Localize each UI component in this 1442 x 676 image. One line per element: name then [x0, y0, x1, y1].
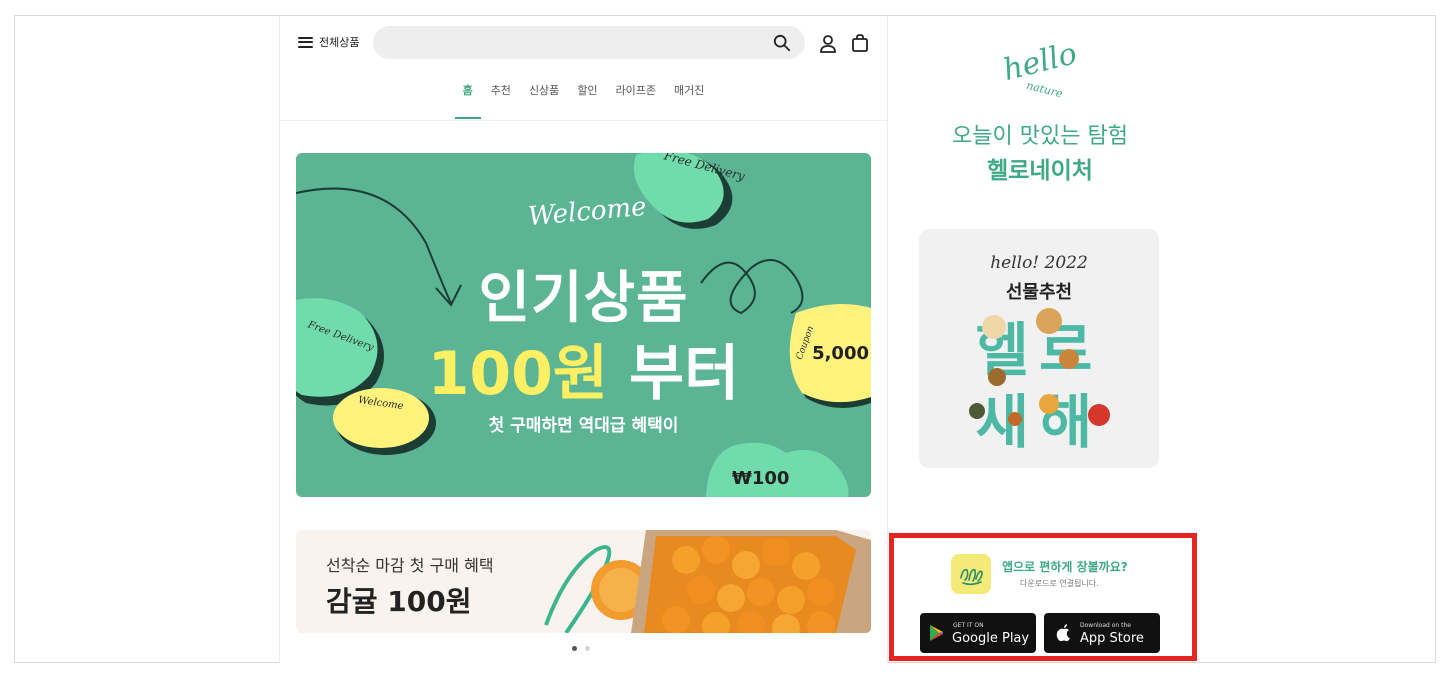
hero-price-highlight: 100원	[427, 339, 609, 409]
promo-subtitle: 선착순 마감 첫 구매 혜택	[326, 556, 494, 575]
tab-home[interactable]: 홈	[454, 82, 481, 119]
brand-slogan: 오늘이 맛있는 탐험	[952, 124, 1128, 149]
all-products-menu-button[interactable]: 전체상품	[298, 34, 359, 50]
promo-banner[interactable]: 선착순 마감 첫 구매 혜택 감귤 100원	[296, 530, 871, 633]
google-play-small-text: GET IT ON	[953, 622, 984, 629]
tab-recommend[interactable]: 추천	[489, 82, 513, 112]
hero-price-suffix: 부터	[628, 339, 740, 409]
hero-banner[interactable]: Free Delivery Free Delivery Welcome Coup…	[296, 153, 871, 497]
category-tabs: 홈 추천 신상품 할인 라이프존 매거진	[280, 82, 887, 119]
carousel-dot[interactable]	[585, 646, 590, 651]
tab-divider	[280, 120, 887, 121]
gift-food-decoration	[969, 308, 1110, 426]
logo-nature-text: nature	[1025, 79, 1064, 100]
hero-title: 인기상품	[478, 266, 689, 331]
hero-subtitle: 첫 구매하면 역대급 혜택이	[488, 416, 679, 436]
app-store-button[interactable]: Download on the App Store	[1044, 613, 1160, 653]
promo-title: 감귤 100원	[326, 585, 472, 618]
search-input[interactable]	[373, 26, 805, 59]
tab-magazine[interactable]: 매거진	[672, 82, 706, 112]
app-download-subtitle: 다운로드로 연결됩니다.	[1020, 579, 1099, 588]
tab-lifezone[interactable]: 라이프존	[614, 82, 658, 112]
google-play-button[interactable]: GET IT ON Google Play	[920, 613, 1036, 653]
coupon-value: 5,000	[812, 343, 869, 364]
apple-icon	[1056, 624, 1070, 642]
top-bar: 전체상품	[280, 16, 887, 72]
user-icon[interactable]	[818, 34, 838, 54]
hello-nature-logo: hello nature	[1000, 36, 1078, 100]
hero-price-row: 100원 부터	[296, 325, 871, 412]
app-store-big-text: App Store	[1080, 631, 1144, 646]
won-price-sticker: ₩100	[732, 468, 790, 489]
google-play-icon	[930, 625, 943, 641]
tangerine-box-image	[544, 530, 871, 633]
tab-new-products[interactable]: 신상품	[527, 82, 561, 112]
menu-label: 전체상품	[319, 36, 360, 49]
app-download-title: 앱으로 편하게 장볼까요?	[1002, 560, 1128, 574]
carousel-indicator	[572, 646, 590, 651]
gift-recommendation-banner[interactable]: hello! 2022 선물추천 헬로 새해	[919, 229, 1159, 468]
hamburger-icon	[298, 36, 313, 48]
carousel-dot[interactable]	[572, 646, 577, 651]
tab-discount[interactable]: 할인	[575, 82, 599, 112]
search-icon[interactable]	[773, 34, 791, 52]
app-download-box: 앱으로 편하게 장볼까요? 다운로드로 연결됩니다. GET IT ON Goo…	[889, 533, 1197, 661]
app-store-small-text: Download on the	[1080, 622, 1131, 629]
app-logo-icon	[951, 554, 991, 594]
logo-hello-text: hello	[1000, 36, 1078, 88]
mall-page: 전체상품 홈 추천 신상품 할인 라이프존 매거진 Free Delivery …	[279, 16, 888, 663]
brand-name: 헬로네이처	[987, 158, 1093, 184]
google-play-big-text: Google Play	[952, 631, 1030, 646]
shopping-bag-icon[interactable]	[850, 33, 870, 53]
